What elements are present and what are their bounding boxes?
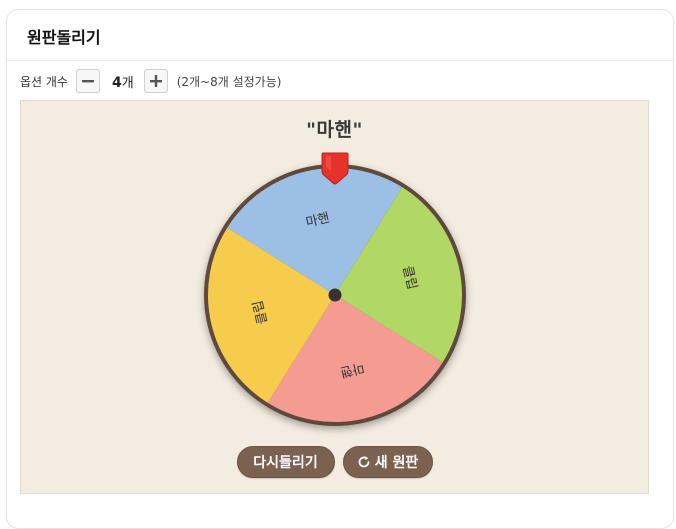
option-count-unit: 개 <box>121 75 134 91</box>
action-buttons: 다시돌리기 새 원판 <box>21 446 648 478</box>
decrease-button[interactable] <box>75 69 100 93</box>
new-wheel-label: 새 원판 <box>374 455 419 471</box>
roulette-wheel[interactable]: 마핸클립마핸클립 <box>21 101 650 495</box>
wheel-stage: "마핸" 마핸 클립 마핸 클립 다시돌리기 새 원판 <box>20 100 649 494</box>
spin-again-label: 다시돌리기 <box>253 455 318 471</box>
plus-icon <box>149 75 162 87</box>
spin-again-button[interactable]: 다시돌리기 <box>236 446 335 478</box>
new-wheel-button[interactable]: 새 원판 <box>342 446 433 478</box>
option-count-number: 4 <box>111 74 122 91</box>
minus-icon <box>81 80 94 83</box>
increase-button[interactable] <box>143 69 168 93</box>
wheel-center-hub <box>328 288 342 302</box>
option-range-note: (2개~8개 설정가능) <box>176 74 282 89</box>
card-header: 원판돌리기 <box>7 10 673 61</box>
option-count-row: 옵션 개수 4개 (2개~8개 설정가능) <box>20 68 281 94</box>
option-count-value: 4개 <box>112 72 134 91</box>
refresh-icon <box>358 456 370 468</box>
page-title: 원판돌리기 <box>27 28 101 47</box>
option-count-label: 옵션 개수 <box>20 74 68 89</box>
